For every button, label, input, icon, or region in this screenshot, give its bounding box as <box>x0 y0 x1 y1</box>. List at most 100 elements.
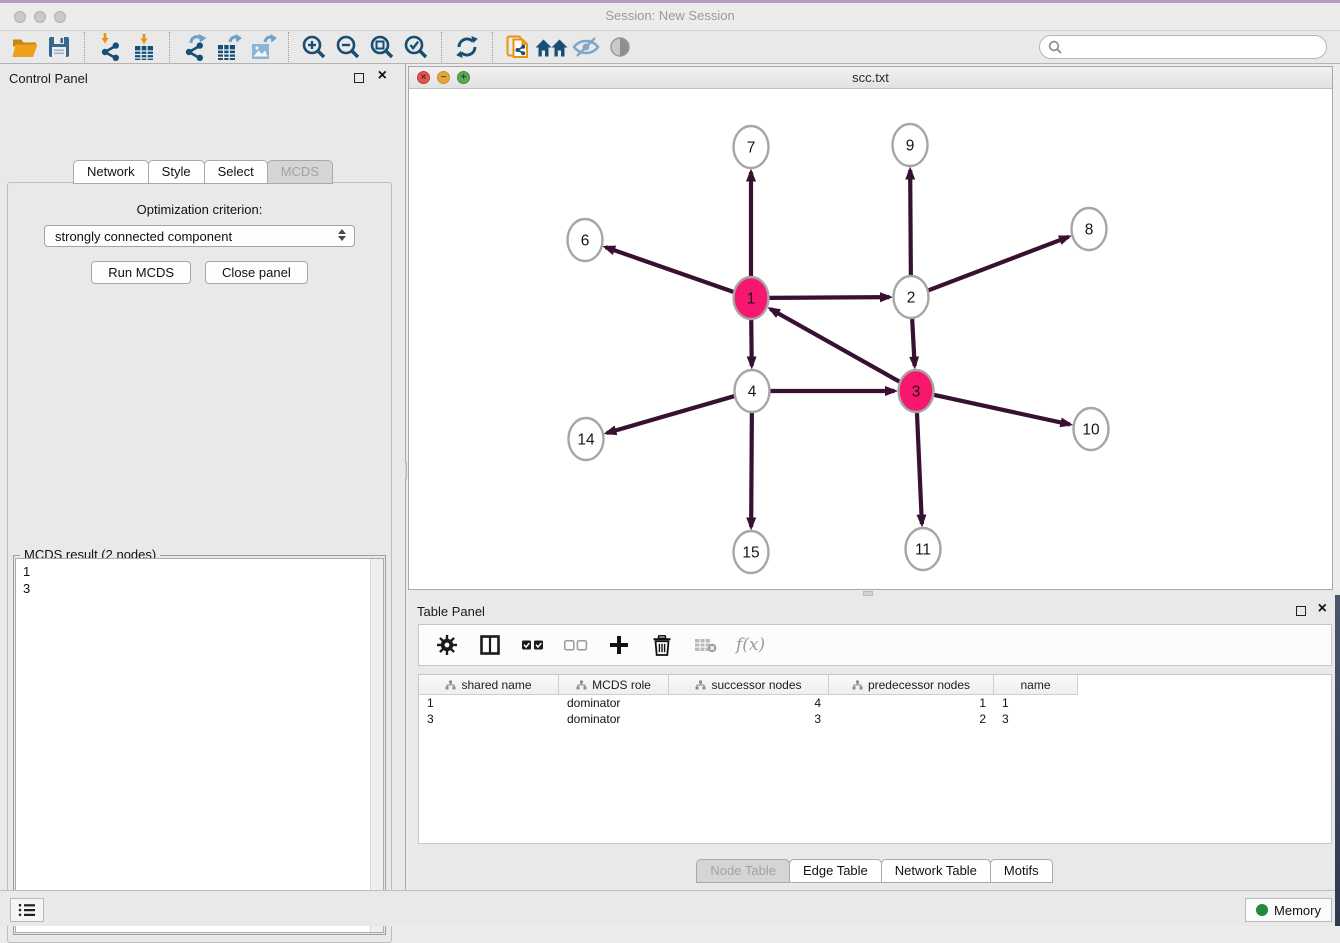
graph-node-14[interactable]: 14 <box>569 418 604 460</box>
graph-node-9[interactable]: 9 <box>893 124 928 166</box>
horizontal-splitter[interactable] <box>408 590 1340 597</box>
network-close-icon[interactable]: × <box>417 71 430 84</box>
zoom-fit-button[interactable] <box>365 32 399 62</box>
column-header-successor-nodes[interactable]: successor nodes <box>669 675 829 695</box>
node-table: shared name MCDS role successor nodes pr… <box>418 674 1332 844</box>
table-cell: 4 <box>669 695 829 711</box>
tab-edge-table[interactable]: Edge Table <box>789 859 882 883</box>
add-row-button[interactable] <box>607 630 631 660</box>
graph-edge-3-10[interactable] <box>934 395 1070 425</box>
svg-text:9: 9 <box>906 137 915 154</box>
network-minimize-icon[interactable]: − <box>437 71 450 84</box>
svg-text:14: 14 <box>577 431 595 448</box>
column-header-shared-name[interactable]: shared name <box>419 675 559 695</box>
home-layout-button[interactable] <box>535 32 569 62</box>
refresh-button[interactable] <box>450 32 484 62</box>
export-table-button[interactable] <box>212 32 246 62</box>
search-box[interactable] <box>1039 35 1327 59</box>
optimization-criterion-select[interactable]: strongly connected component <box>44 225 355 247</box>
column-type-icon <box>445 680 456 690</box>
table-row[interactable]: 1dominator411 <box>419 695 1331 711</box>
tab-motifs[interactable]: Motifs <box>990 859 1053 883</box>
table-cell: 1 <box>829 695 994 711</box>
export-image-icon <box>250 34 277 61</box>
tab-style[interactable]: Style <box>148 160 205 184</box>
float-table-panel-icon[interactable] <box>1296 606 1306 616</box>
network-window-titlebar[interactable]: × − + scc.txt <box>409 67 1332 89</box>
export-image-button[interactable] <box>246 32 280 62</box>
search-input[interactable] <box>1067 40 1318 55</box>
graph-edge-4-14[interactable] <box>607 396 735 433</box>
delete-table-button[interactable] <box>693 630 717 660</box>
column-header-MCDS-role[interactable]: MCDS role <box>559 675 669 695</box>
close-panel-button[interactable]: Close panel <box>205 261 308 284</box>
graph-node-1[interactable]: 1 <box>734 277 769 319</box>
horizontal-splitter-handle[interactable] <box>863 591 873 596</box>
float-panel-icon[interactable] <box>354 73 364 83</box>
graph-node-3[interactable]: 3 <box>899 370 934 412</box>
graph-node-2[interactable]: 2 <box>894 276 929 318</box>
memory-button[interactable]: Memory <box>1245 898 1332 922</box>
column-header-label: predecessor nodes <box>868 678 970 692</box>
zoom-out-button[interactable] <box>331 32 365 62</box>
import-network-button[interactable] <box>93 32 127 62</box>
graph-node-10[interactable]: 10 <box>1074 408 1109 450</box>
column-header-predecessor-nodes[interactable]: predecessor nodes <box>829 675 994 695</box>
function-builder-button[interactable]: f(x) <box>736 630 765 660</box>
close-panel-icon[interactable]: × <box>378 67 387 85</box>
tab-mcds[interactable]: MCDS <box>267 160 333 184</box>
deselect-all-button[interactable] <box>564 630 588 660</box>
mcds-result-area[interactable]: 13 <box>15 558 384 933</box>
graph-edge-1-4[interactable] <box>751 319 752 366</box>
tab-network-table[interactable]: Network Table <box>881 859 991 883</box>
clone-network-button[interactable] <box>501 32 535 62</box>
network-zoom-icon[interactable]: + <box>457 71 470 84</box>
graph-edge-1-2[interactable] <box>769 297 890 298</box>
graph-edge-3-11[interactable] <box>917 412 922 524</box>
graph-edge-2-8[interactable] <box>928 237 1068 291</box>
graph-edge-2-9[interactable] <box>910 170 911 276</box>
graph-edge-3-1[interactable] <box>770 309 899 382</box>
mcds-result-lines: 13 <box>16 559 383 601</box>
graph-node-7[interactable]: 7 <box>734 126 769 168</box>
column-header-name[interactable]: name <box>994 675 1078 695</box>
preview-button[interactable] <box>603 32 637 62</box>
open-file-button[interactable] <box>8 32 42 62</box>
columns-button[interactable] <box>478 630 502 660</box>
hide-panel-button[interactable] <box>569 32 603 62</box>
zoom-in-button[interactable] <box>297 32 331 62</box>
graph-node-8[interactable]: 8 <box>1072 208 1107 250</box>
svg-text:6: 6 <box>581 232 590 249</box>
run-mcds-button[interactable]: Run MCDS <box>91 261 191 284</box>
close-window-button[interactable] <box>14 11 26 23</box>
graph-node-15[interactable]: 15 <box>734 531 769 573</box>
zoom-selected-button[interactable] <box>399 32 433 62</box>
table-row[interactable]: 3dominator323 <box>419 711 1331 727</box>
mcds-result-line: 3 <box>23 580 376 597</box>
graph-node-6[interactable]: 6 <box>568 219 603 261</box>
mcds-panel: Optimization criterion: strongly connect… <box>7 182 392 943</box>
graph-edge-2-3[interactable] <box>912 318 915 366</box>
import-table-button[interactable] <box>127 32 161 62</box>
table-settings-button[interactable] <box>435 630 459 660</box>
search-icon <box>1048 40 1062 54</box>
graph-node-4[interactable]: 4 <box>735 370 770 412</box>
graph-edge-4-15[interactable] <box>751 412 752 527</box>
export-network-icon <box>182 34 208 61</box>
graph-edge-1-6[interactable] <box>606 247 734 292</box>
control-panel-title: Control Panel <box>9 71 88 86</box>
tab-network[interactable]: Network <box>73 160 149 184</box>
network-canvas[interactable]: 7 9 6 8 1 2 4 3 14 10 15 11 <box>409 89 1332 589</box>
save-session-button[interactable] <box>42 32 76 62</box>
tab-select[interactable]: Select <box>204 160 268 184</box>
mcds-result-scrollbar[interactable] <box>370 559 383 932</box>
close-table-panel-icon[interactable]: × <box>1318 600 1327 618</box>
select-all-button[interactable] <box>521 630 545 660</box>
delete-row-button[interactable] <box>650 630 674 660</box>
zoom-window-button[interactable] <box>54 11 66 23</box>
tab-node-table[interactable]: Node Table <box>696 859 790 883</box>
graph-node-11[interactable]: 11 <box>906 528 941 570</box>
export-network-button[interactable] <box>178 32 212 62</box>
task-history-button[interactable] <box>10 898 44 922</box>
minimize-window-button[interactable] <box>34 11 46 23</box>
